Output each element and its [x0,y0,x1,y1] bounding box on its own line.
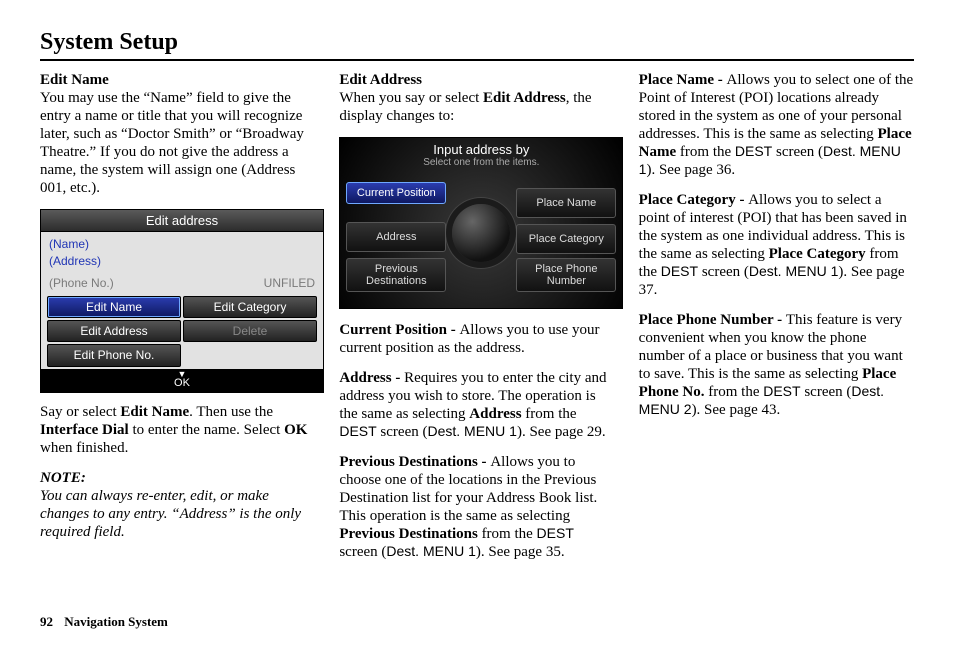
edit-address-screenshot: Edit address (Name) (Address) (Phone No.… [40,209,324,393]
shot2-previous-destinations-button[interactable]: Previous Destinations [346,258,446,292]
place-name-desc: Place Name - Allows you to select one of… [639,71,914,179]
edit-name-heading: Edit Name [40,71,315,89]
address-desc: Address - Requires you to enter the city… [339,369,614,441]
edit-name-instructions: Say or select Edit Name. Then use the In… [40,403,315,457]
shot2-place-name-button[interactable]: Place Name [516,188,616,218]
shot2-title: Input address by [340,138,622,158]
shot1-address-field: (Address) [49,254,101,268]
shot2-place-category-button[interactable]: Place Category [516,224,616,254]
shot2-address-button[interactable]: Address [346,222,446,252]
input-address-screenshot: Input address by Select one from the ite… [339,137,623,309]
note-label: NOTE: [40,469,315,487]
columns: Edit Name You may use the “Name” field t… [40,71,914,573]
shot1-name-field: (Name) [49,237,89,251]
shot1-ok-bar[interactable]: ▼ OK [41,369,323,392]
edit-address-heading: Edit Address [339,71,614,89]
note-body: You can always re-enter, edit, or make c… [40,487,315,541]
shot2-subtitle: Select one from the items. [340,157,622,169]
shot1-title: Edit address [41,210,323,233]
shot1-delete-button[interactable]: Delete [183,320,317,342]
shot1-edit-name-button[interactable]: Edit Name [47,296,181,318]
page-title: System Setup [40,28,914,57]
previous-destinations-desc: Previous Destinations - Allows you to ch… [339,453,614,561]
shot1-unfiled: UNFILED [264,276,315,290]
shot2-dial-icon [452,204,510,262]
column-2: Edit Address When you say or select Edit… [339,71,614,573]
place-phone-desc: Place Phone Number - This feature is ver… [639,311,914,419]
shot2-current-position-button[interactable]: Current Position [346,182,446,204]
column-3: Place Name - Allows you to select one of… [639,71,914,573]
edit-name-intro: You may use the “Name” field to give the… [40,89,315,197]
shot2-place-phone-button[interactable]: Place Phone Number [516,258,616,292]
page-footer: 92 Navigation System [40,614,168,630]
shot1-ok-label: OK [174,377,190,389]
shot1-edit-address-button[interactable]: Edit Address [47,320,181,342]
place-category-desc: Place Category - Allows you to select a … [639,191,914,299]
footer-section: Navigation System [64,614,168,629]
shot1-edit-category-button[interactable]: Edit Category [183,296,317,318]
current-position-desc: Current Position - Allows you to use you… [339,321,614,357]
column-1: Edit Name You may use the “Name” field t… [40,71,315,573]
title-rule [40,59,914,61]
shot1-edit-phone-button[interactable]: Edit Phone No. [47,344,181,366]
shot1-phone-field: (Phone No.) [49,276,114,290]
edit-address-intro: When you say or select Edit Address, the… [339,89,614,125]
page-number: 92 [40,614,53,629]
